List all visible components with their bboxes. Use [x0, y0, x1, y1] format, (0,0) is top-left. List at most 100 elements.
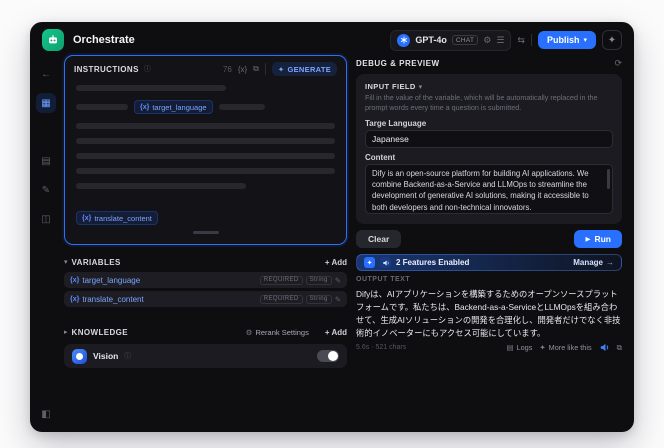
variables-section: ▾ VARIABLES + Add {x} target_language RE…	[64, 255, 347, 307]
edit-icon[interactable]: ✎	[335, 276, 341, 285]
model-mode-badge: CHAT	[451, 35, 479, 45]
refresh-icon[interactable]: ⟳	[614, 58, 622, 69]
prompt-line	[76, 153, 335, 159]
content-textarea[interactable]: Dify is an open-source platform for buil…	[365, 163, 613, 214]
variable-chip-target-language[interactable]: {x} target_language	[134, 100, 213, 114]
rerank-settings-button[interactable]: ⚙ Rerank Settings	[246, 328, 309, 337]
input-field-description: Fill in the value of the variable, which…	[365, 93, 598, 113]
desktop-background: Orchestrate GPT-4o CHAT ⚙ ☰ ⇆ Publish ▾	[0, 0, 664, 448]
speaker-button[interactable]	[599, 342, 610, 353]
input-field-card: INPUT FIELD ▾ Fill in the value of the v…	[356, 74, 622, 224]
run-button[interactable]: ▶ Run	[574, 230, 622, 248]
feature-speech-icon	[380, 257, 391, 268]
page-title: Orchestrate	[73, 34, 135, 46]
variable-chip-label: translate_content	[94, 213, 152, 223]
speaker-icon	[600, 343, 608, 352]
sparkle-icon: ✦	[607, 34, 617, 46]
variable-name: translate_content	[82, 294, 144, 304]
features-enabled-bar[interactable]: ✦ 2 Features Enabled Manage →	[356, 254, 622, 271]
prompt-line	[76, 168, 335, 174]
sidebar-item-logs[interactable]: ▤	[36, 151, 56, 171]
content-label: Content	[365, 152, 396, 162]
model-selector[interactable]: GPT-4o CHAT ⚙ ☰	[390, 29, 512, 51]
gear-icon: ⚙	[245, 327, 253, 337]
prompt-line	[76, 138, 335, 144]
variable-icon: {x}	[140, 103, 150, 111]
prompt-line	[76, 85, 226, 91]
toggle-knob	[328, 351, 338, 361]
prompt-skeleton: {x} target_language {x} translate_conten…	[65, 79, 346, 225]
content-text: Dify is an open-source platform for buil…	[372, 168, 589, 212]
rerank-settings-label: Rerank Settings	[255, 327, 309, 337]
output-text-title: OUTPUT TEXT	[356, 276, 411, 283]
manage-features-button[interactable]: Manage →	[573, 258, 614, 267]
instructions-header: INSTRUCTIONS ⓘ 76 {x} ⧉ ✦ GENERATE	[65, 56, 346, 79]
publish-button[interactable]: Publish ▾	[537, 31, 596, 49]
swap-model-icon[interactable]: ⇆	[517, 35, 525, 46]
model-params-icon[interactable]: ⚙	[483, 35, 491, 46]
debug-header: DEBUG & PREVIEW ⟳	[356, 58, 622, 69]
type-badge: String	[305, 294, 332, 304]
output-meta-row: 5.6s · 521 chars ▤ Logs ✦ More like this…	[356, 342, 622, 353]
textarea-scrollbar[interactable]	[607, 168, 610, 189]
variable-icon: {x}	[70, 295, 80, 303]
generate-label: GENERATE	[287, 64, 331, 74]
app-window: Orchestrate GPT-4o CHAT ⚙ ☰ ⇆ Publish ▾	[30, 22, 634, 432]
vision-toggle[interactable]	[317, 350, 339, 362]
prompt-line	[76, 123, 335, 129]
instructions-title: INSTRUCTIONS	[74, 64, 139, 74]
target-language-input[interactable]	[365, 129, 613, 148]
vision-label: Vision	[93, 351, 119, 361]
sidebar-item-orchestrate[interactable]: ▦	[36, 93, 56, 113]
copy-icon[interactable]: ⧉	[253, 64, 259, 74]
play-icon: ▶	[585, 236, 591, 243]
variable-name: target_language	[82, 275, 141, 285]
prompt-line	[218, 104, 265, 110]
model-name: GPT-4o	[415, 35, 447, 45]
vision-feature-row: Vision ⓘ	[64, 344, 347, 368]
sidebar-item-api[interactable]: ◫	[36, 209, 56, 229]
add-knowledge-button[interactable]: + Add	[325, 328, 347, 337]
app-header: Orchestrate GPT-4o CHAT ⚙ ☰ ⇆ Publish ▾	[30, 22, 634, 58]
app-logo[interactable]	[42, 29, 64, 51]
features-enabled-label: 2 Features Enabled	[396, 258, 470, 267]
variable-row[interactable]: {x} translate_content REQUIRED String ✎	[64, 291, 347, 307]
back-icon[interactable]: ←	[36, 64, 56, 84]
toolbar-divider	[264, 63, 266, 75]
token-count: 76	[222, 64, 232, 74]
vision-icon	[72, 348, 87, 364]
resize-handle[interactable]	[192, 231, 219, 234]
clear-button[interactable]: Clear	[356, 230, 402, 248]
input-field-header[interactable]: INPUT FIELD ▾	[365, 82, 613, 91]
feature-sparkle-icon: ✦	[364, 257, 375, 268]
logs-button[interactable]: ▤ Logs	[506, 343, 532, 352]
variable-insert-icon[interactable]: {x}	[238, 65, 247, 74]
header-divider	[530, 34, 532, 46]
arrow-right-icon: →	[606, 258, 614, 267]
debug-title: DEBUG & PREVIEW	[356, 59, 440, 68]
copy-output-button[interactable]: ⧉	[617, 343, 622, 353]
chevron-down-icon: ▾	[64, 259, 68, 266]
model-options-icon[interactable]: ☰	[496, 35, 504, 46]
instructions-panel[interactable]: INSTRUCTIONS ⓘ 76 {x} ⧉ ✦ GENERATE {x} t…	[64, 55, 347, 245]
more-like-this-label: More like this	[548, 343, 592, 352]
sidebar-item-annotation[interactable]: ✎	[36, 180, 56, 200]
generate-button[interactable]: ✦ GENERATE	[271, 62, 337, 76]
eye-icon	[76, 352, 83, 360]
variables-title: VARIABLES	[71, 257, 121, 267]
assistant-settings-button[interactable]: ✦	[602, 30, 622, 50]
variable-row[interactable]: {x} target_language REQUIRED String ✎	[64, 272, 347, 288]
chevron-down-icon: ▾	[583, 37, 587, 44]
more-like-this-button[interactable]: ✦ More like this	[539, 343, 591, 352]
variables-header[interactable]: ▾ VARIABLES + Add	[64, 255, 347, 269]
info-icon: ⓘ	[124, 353, 132, 360]
variable-chip-translate-content[interactable]: {x} translate_content	[76, 211, 158, 225]
collapse-panel-icon[interactable]: ◧	[36, 404, 56, 424]
add-variable-button[interactable]: + Add	[325, 258, 347, 267]
knowledge-header[interactable]: ▸ KNOWLEDGE ⚙ Rerank Settings + Add	[64, 325, 347, 339]
edit-icon[interactable]: ✎	[335, 295, 341, 304]
model-provider-icon	[397, 33, 411, 47]
input-field-title: INPUT FIELD	[365, 82, 416, 91]
variable-icon: {x}	[82, 214, 92, 222]
copy-icon: ⧉	[616, 342, 622, 352]
